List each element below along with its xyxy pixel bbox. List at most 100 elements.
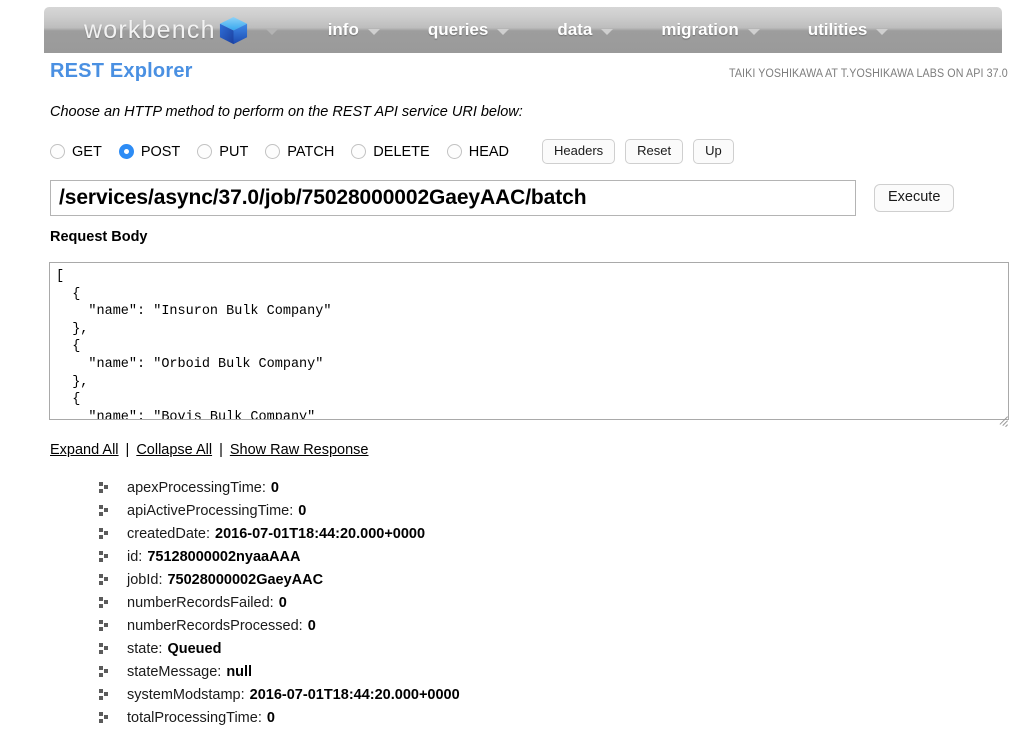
tree-row[interactable]: state: Queued [99,637,999,660]
nav-item-label: queries [427,20,489,39]
nav-item-label: info [327,20,359,39]
method-label: GET [72,143,102,160]
nav-item-label: migration [661,20,739,39]
chevron-down-icon[interactable] [265,28,278,35]
chevron-down-icon [367,28,380,35]
chevron-down-icon [876,28,889,35]
tree-node-icon[interactable] [99,666,110,677]
tree-node-icon[interactable] [99,574,110,585]
method-option-post[interactable]: POST [118,143,181,160]
nav-item-utilities[interactable]: utilities [808,20,889,40]
method-option-put[interactable]: PUT [197,144,248,160]
tree-key: apiActiveProcessingTime: [127,502,294,519]
radio-icon[interactable] [265,144,281,159]
method-option-delete[interactable]: DELETE [351,143,430,160]
method-label: DELETE [373,143,430,160]
nav-item-info[interactable]: info [328,20,380,40]
tree-node-icon[interactable] [99,712,110,723]
expand-all-link[interactable]: Expand All [50,442,119,458]
link-separator: | [219,442,223,458]
tree-key: id: [127,548,143,565]
instruction-text: Choose an HTTP method to perform on the … [50,104,523,120]
tree-value: 2016-07-01T18:44:20.000+0000 [249,686,460,703]
tree-key: apexProcessingTime: [127,479,266,496]
request-body-label: Request Body [50,229,148,245]
tree-key: jobId: [127,571,163,588]
method-option-head[interactable]: HEAD [446,143,510,160]
tree-key: state: [127,640,163,657]
chevron-down-icon [497,28,510,35]
tree-node-icon[interactable] [99,505,110,516]
tree-row[interactable]: stateMessage: null [99,660,999,683]
brand-label: workbench [84,15,216,44]
method-option-get[interactable]: GET [50,144,102,160]
request-body-textarea[interactable]: [ { "name": "Insuron Bulk Company" }, { … [49,262,1009,420]
uri-input[interactable] [50,180,856,216]
tree-row[interactable]: numberRecordsProcessed: 0 [99,614,999,637]
tree-value: 0 [307,617,316,634]
reset-button[interactable]: Reset [625,138,684,165]
tree-node-icon[interactable] [99,643,110,654]
tree-value: 0 [270,479,279,496]
tree-row[interactable]: jobId: 75028000002GaeyAAC [99,568,999,591]
response-tree: apexProcessingTime: 0 apiActiveProcessin… [99,476,999,729]
tree-node-icon[interactable] [99,620,110,631]
tree-key: numberRecordsFailed: [127,594,274,611]
tree-key: systemModstamp: [127,686,245,703]
page-header: REST Explorer TAIKI YOSHIKAWA AT T.YOSHI… [50,60,1008,83]
page-title: REST Explorer [50,60,193,82]
tree-row[interactable]: createdDate: 2016-07-01T18:44:20.000+000… [99,522,999,545]
nav-item-label: data [557,20,593,39]
tree-row[interactable]: systemModstamp: 2016-07-01T18:44:20.000+… [99,683,999,706]
nav-item-queries[interactable]: queries [427,20,510,40]
nav-item-label: utilities [807,20,868,39]
tree-value: 75028000002GaeyAAC [167,571,324,588]
uri-row: Execute [50,180,955,216]
method-label: PATCH [287,143,335,160]
nav-item-data[interactable]: data [557,20,614,40]
tree-key: createdDate: [127,525,211,542]
execute-button[interactable]: Execute [874,183,955,213]
tree-value: 0 [266,709,275,726]
radio-icon-selected[interactable] [118,144,134,159]
tree-row[interactable]: apiActiveProcessingTime: 0 [99,499,999,522]
tree-row[interactable]: totalProcessingTime: 0 [99,706,999,729]
method-option-patch[interactable]: PATCH [265,144,334,160]
headers-button[interactable]: Headers [542,138,616,165]
tree-value: Queued [167,640,222,657]
radio-icon[interactable] [50,144,65,159]
http-method-row: GET POST PUT PATCH DELETE HEAD Headers R… [50,138,734,165]
response-actions: Expand All | Collapse All | Show Raw Res… [50,442,369,458]
chevron-down-icon [747,28,760,35]
tree-row[interactable]: apexProcessingTime: 0 [99,476,999,499]
tree-key: stateMessage: [127,663,222,680]
radio-icon[interactable] [351,144,367,159]
radio-icon[interactable] [197,144,213,159]
tree-node-icon[interactable] [99,482,110,493]
brand-logo[interactable]: workbench [84,15,278,46]
show-raw-response-link[interactable]: Show Raw Response [230,442,369,458]
tree-node-icon[interactable] [99,528,110,539]
tree-value: null [226,663,253,680]
blue-cube-logo [218,15,249,46]
radio-icon[interactable] [446,144,462,159]
link-separator: | [125,442,130,458]
tree-value: 0 [278,594,287,611]
tree-value: 0 [298,502,307,519]
tree-value: 2016-07-01T18:44:20.000+0000 [215,525,426,542]
method-label: HEAD [468,143,510,160]
method-label: POST [140,143,181,160]
collapse-all-link[interactable]: Collapse All [136,442,212,458]
tree-node-icon[interactable] [99,597,110,608]
up-button[interactable]: Up [693,138,734,165]
tree-value: 75128000002nyaaAAA [147,548,301,565]
tree-node-icon[interactable] [99,551,110,562]
tree-row[interactable]: numberRecordsFailed: 0 [99,591,999,614]
nav-item-migration[interactable]: migration [661,20,760,40]
tree-node-icon[interactable] [99,689,110,700]
tree-key: totalProcessingTime: [127,709,262,726]
tree-row[interactable]: id: 75128000002nyaaAAA [99,545,999,568]
user-context-label: TAIKI YOSHIKAWA AT T.YOSHIKAWA LABS ON A… [729,68,1008,80]
method-label: PUT [219,143,249,160]
chevron-down-icon [601,28,614,35]
